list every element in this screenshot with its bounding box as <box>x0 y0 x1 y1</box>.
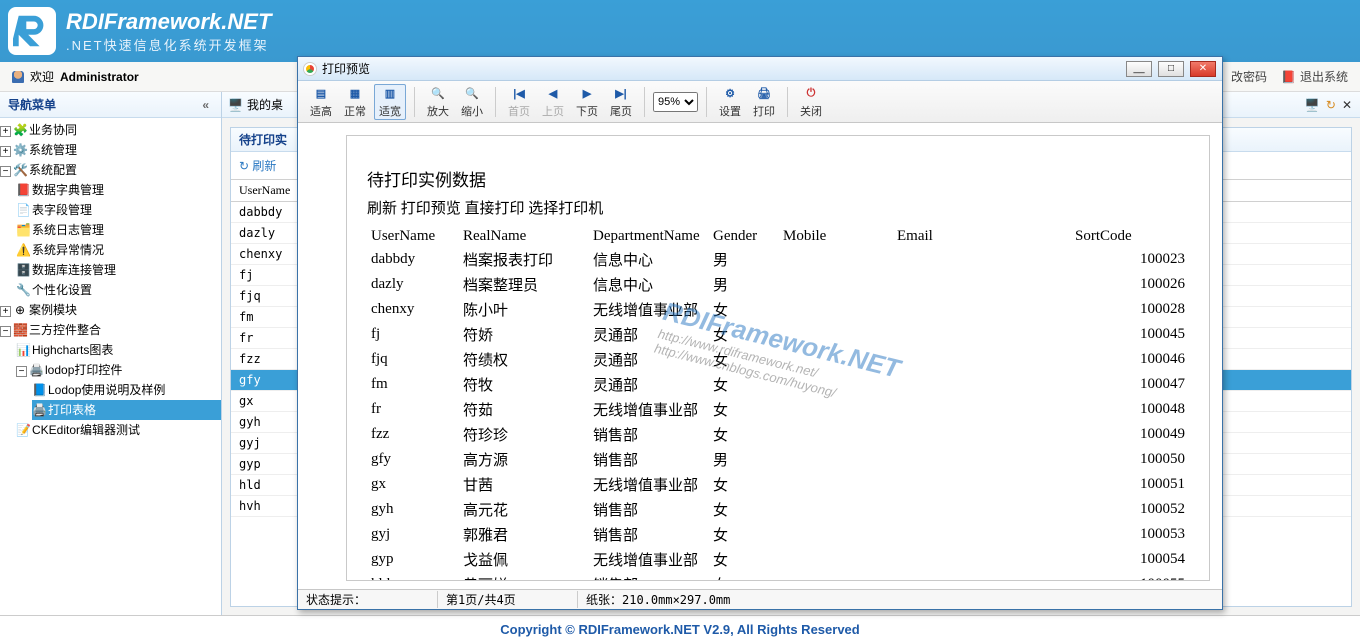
welcome-prefix: 欢迎 <box>30 68 54 85</box>
th-dept: DepartmentName <box>589 226 709 247</box>
tab-desktop[interactable]: 🖥️ 我的桌 <box>228 96 283 113</box>
tb-next[interactable]: ▶下页 <box>572 85 602 119</box>
th-sort: SortCode <box>1071 226 1189 247</box>
app-title: RDIFramework.NET <box>66 9 271 35</box>
tb-zoom-out[interactable]: 🔍缩小 <box>457 85 487 119</box>
table-row: fjq符绩权灵通部女100046 <box>367 347 1189 372</box>
nav-samples[interactable]: +⊕案例模块 <box>0 300 221 320</box>
nav-thirdparty[interactable]: −🧱三方控件整合 📊Highcharts图表 −🖨️lodop打印控件 📘Lod… <box>0 320 221 440</box>
tab-close-icon[interactable]: ✕ <box>1342 98 1352 112</box>
change-password-link[interactable]: 改密码 <box>1231 68 1267 85</box>
nav-dict[interactable]: 📕数据字典管理 <box>16 180 221 200</box>
dialog-title: 打印预览 <box>322 60 370 77</box>
table-row: dazly档案整理员信息中心男100026 <box>367 272 1189 297</box>
sidebar: 导航菜单 « +🧩业务协同 +⚙️系统管理 −🛠️系统配置 📕数据字典管理 📄表… <box>0 92 222 615</box>
user-icon <box>12 71 24 83</box>
zoom-select[interactable]: 95% <box>653 92 698 112</box>
nav-tree: +🧩业务协同 +⚙️系统管理 −🛠️系统配置 📕数据字典管理 📄表字段管理 🗂️… <box>0 118 221 615</box>
table-row: hld黄丽娣销售部女100055 <box>367 572 1189 581</box>
nav-lodop-doc[interactable]: 📘Lodop使用说明及样例 <box>32 380 221 400</box>
nav-dbconn[interactable]: 🗄️数据库连接管理 <box>16 260 221 280</box>
nav-ckeditor[interactable]: 📝CKEditor编辑器测试 <box>16 420 221 440</box>
app-subtitle: .NET快速信息化系统开发框架 <box>66 35 271 54</box>
tb-normal[interactable]: ▦正常 <box>340 85 370 119</box>
table-row: fj符娇灵通部女100045 <box>367 322 1189 347</box>
collapse-icon[interactable]: « <box>198 98 213 112</box>
dialog-titlebar[interactable]: 打印预览 __ □ ✕ <box>298 57 1222 81</box>
tb-fit-height[interactable]: ▤适高 <box>306 85 336 119</box>
nav-business[interactable]: +🧩业务协同 <box>0 120 221 140</box>
table-row: gyh高元花销售部女100052 <box>367 497 1189 522</box>
table-row: dabbdy档案报表打印信息中心男100023 <box>367 247 1189 272</box>
print-paper: 待打印实例数据 刷新 打印预览 直接打印 选择打印机 UserName Real… <box>346 135 1210 581</box>
tb-zoom-in[interactable]: 🔍放大 <box>423 85 453 119</box>
nav-fields[interactable]: 📄表字段管理 <box>16 200 221 220</box>
table-row: fzz符珍珍销售部女100049 <box>367 422 1189 447</box>
chrome-icon <box>304 63 316 75</box>
footer: Copyright © RDIFramework.NET V2.9, All R… <box>0 615 1360 642</box>
dialog-toolbar: ▤适高 ▦正常 ▥适宽 🔍放大 🔍缩小 |◀首页 ◀上页 ▶下页 ▶|尾页 95… <box>298 81 1222 123</box>
table-row: fm符牧灵通部女100047 <box>367 372 1189 397</box>
nav-exception[interactable]: ⚠️系统异常情况 <box>16 240 221 260</box>
tb-print[interactable]: 🖨打印 <box>749 85 779 119</box>
status-hint: 状态提示： <box>298 591 438 608</box>
table-row: gfy高方源销售部男100050 <box>367 447 1189 472</box>
top-banner: RDIFramework.NET .NET快速信息化系统开发框架 <box>0 0 1360 62</box>
th-real: RealName <box>459 226 589 247</box>
nav-highcharts[interactable]: 📊Highcharts图表 <box>16 340 221 360</box>
tb-last[interactable]: ▶|尾页 <box>606 85 636 119</box>
paper-sub: 刷新 打印预览 直接打印 选择打印机 <box>367 197 1189 218</box>
table-row: gyj郭雅君销售部女100053 <box>367 522 1189 547</box>
tb-settings[interactable]: ⚙设置 <box>715 85 745 119</box>
minimize-button[interactable]: __ <box>1126 61 1152 77</box>
th-email: Email <box>893 226 1071 247</box>
status-paper: 纸张：210.0mm×297.0mm <box>578 591 730 608</box>
th-gender: Gender <box>709 226 779 247</box>
tb-first[interactable]: |◀首页 <box>504 85 534 119</box>
nav-sysmgr[interactable]: +⚙️系统管理 <box>0 140 221 160</box>
table-row: gx甘茜无线增值事业部女100051 <box>367 472 1189 497</box>
table-row: fr符茹无线增值事业部女100048 <box>367 397 1189 422</box>
nav-syslog[interactable]: 🗂️系统日志管理 <box>16 220 221 240</box>
tb-fit-width[interactable]: ▥适宽 <box>374 84 406 120</box>
maximize-button[interactable]: □ <box>1158 61 1184 77</box>
paper-heading: 待打印实例数据 <box>367 166 1189 191</box>
print-preview-dialog: 打印预览 __ □ ✕ ▤适高 ▦正常 ▥适宽 🔍放大 🔍缩小 |◀首页 ◀上页… <box>297 56 1223 610</box>
logo-icon <box>8 7 56 55</box>
tb-close[interactable]: ⏻关闭 <box>796 85 826 119</box>
table-row: chenxy陈小叶无线增值事业部女100028 <box>367 297 1189 322</box>
exit-system-link[interactable]: 📕 退出系统 <box>1281 68 1348 85</box>
dialog-statusbar: 状态提示： 第1页/共4页 纸张：210.0mm×297.0mm <box>298 589 1222 609</box>
nav-lodop[interactable]: −🖨️lodop打印控件 📘Lodop使用说明及样例 🖨️打印表格 <box>16 360 221 420</box>
nav-print-table[interactable]: 🖨️打印表格 <box>32 400 221 420</box>
status-page: 第1页/共4页 <box>438 591 578 608</box>
nav-syscfg[interactable]: −🛠️系统配置 📕数据字典管理 📄表字段管理 🗂️系统日志管理 ⚠️系统异常情况… <box>0 160 221 300</box>
nav-title: 导航菜单 <box>8 96 56 113</box>
th-user: UserName <box>367 226 459 247</box>
print-table: UserName RealName DepartmentName Gender … <box>367 226 1189 581</box>
tb-prev[interactable]: ◀上页 <box>538 85 568 119</box>
welcome-user: Administrator <box>60 70 139 84</box>
close-button[interactable]: ✕ <box>1190 61 1216 77</box>
nav-personal[interactable]: 🔧个性化设置 <box>16 280 221 300</box>
tab-monitor-icon[interactable]: 🖥️ <box>1305 98 1320 112</box>
table-row: gyp戈益佩无线增值事业部女100054 <box>367 547 1189 572</box>
refresh-button[interactable]: ↻ 刷新 <box>239 157 276 174</box>
tab-refresh-icon[interactable]: ↻ <box>1326 98 1336 112</box>
th-mobile: Mobile <box>779 226 893 247</box>
